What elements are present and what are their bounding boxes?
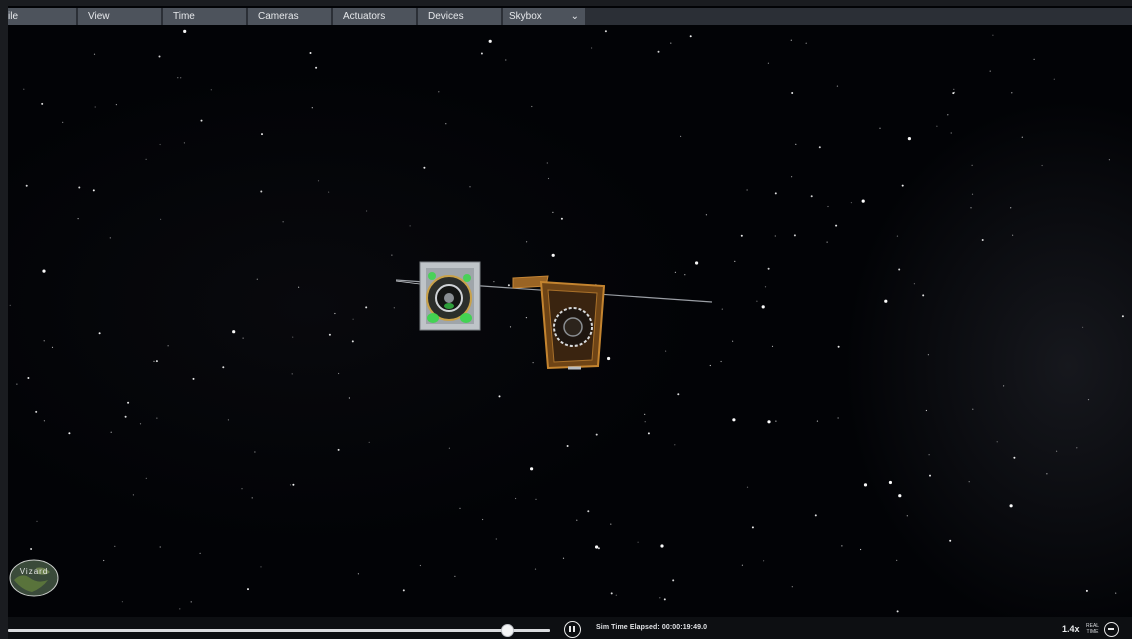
menu-file[interactable]: ile (8, 8, 76, 25)
menu-view[interactable]: View (78, 8, 161, 25)
sim-time-elapsed: Sim Time Elapsed: 00:00:19:49.0 (596, 624, 708, 631)
skybox-dropdown[interactable]: Skybox ⌄ (503, 8, 585, 25)
spacecraft-left[interactable] (419, 261, 481, 331)
menu-devices[interactable]: Devices (418, 8, 501, 25)
speed-value: 1.4x (1062, 624, 1080, 634)
skybox-label: Skybox (509, 11, 542, 22)
minus-circle-icon[interactable] (1103, 621, 1119, 637)
timeline-slider-thumb[interactable] (500, 624, 514, 637)
menu-time[interactable]: Time (163, 8, 246, 25)
playback-bar: Sim Time Elapsed: 00:00:19:49.0 1.4x REA… (8, 617, 1132, 639)
spacecraft-right[interactable] (512, 275, 606, 370)
menu-bar: ile View Time Cameras Actuators Devices … (8, 8, 1132, 25)
menu-cameras[interactable]: Cameras (248, 8, 331, 25)
spacecraft-scene[interactable] (8, 6, 1132, 639)
space-viewport[interactable]: ile View Time Cameras Actuators Devices … (8, 6, 1132, 639)
chevron-down-icon: ⌄ (570, 11, 579, 22)
menu-actuators[interactable]: Actuators (333, 8, 416, 25)
logo-text: Vizard (20, 567, 49, 576)
vizard-logo: Vizard (9, 559, 59, 597)
realtime-label: REAL TIME (1086, 623, 1100, 635)
vizard-window: ile View Time Cameras Actuators Devices … (8, 6, 1132, 639)
timeline-slider[interactable] (8, 624, 550, 637)
pause-icon[interactable] (564, 621, 581, 638)
speed-control: 1.4x REAL TIME (1062, 620, 1119, 638)
